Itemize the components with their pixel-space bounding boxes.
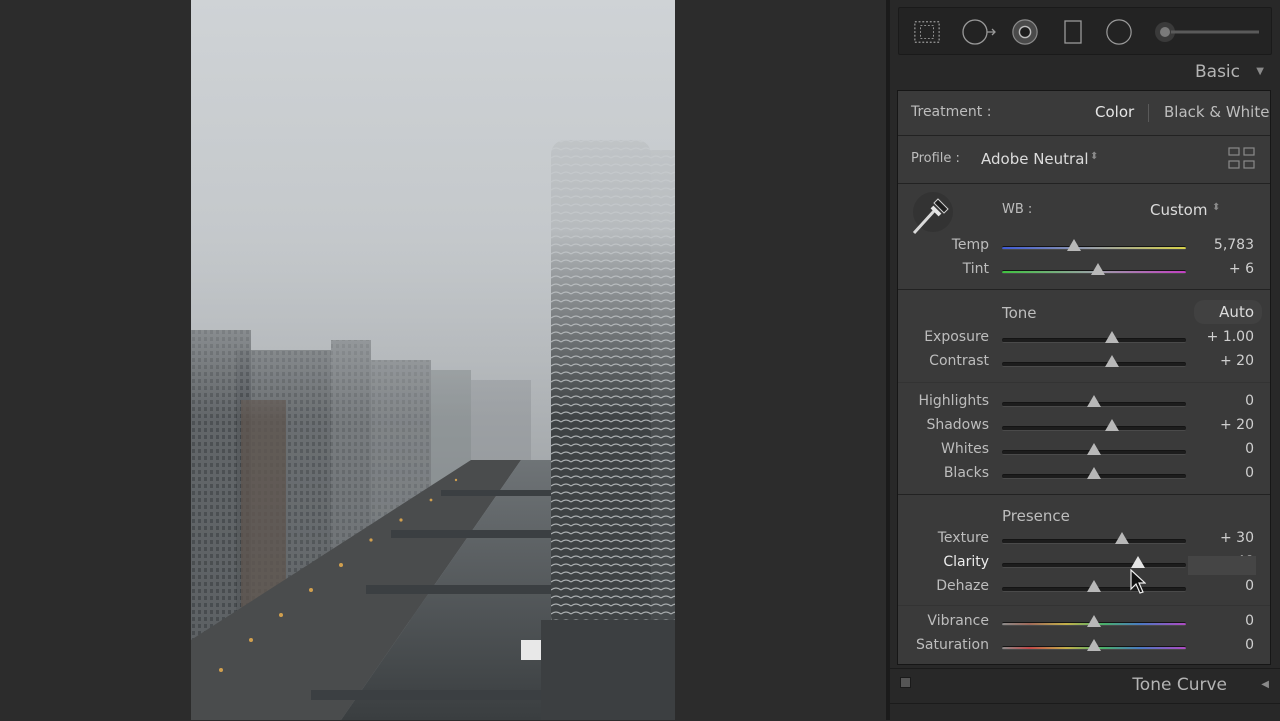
whites-slider-handle[interactable] — [1087, 443, 1101, 455]
whites-label: Whites — [940, 441, 989, 457]
mouse-cursor-icon — [1130, 568, 1147, 599]
shadows-slider-handle[interactable] — [1105, 419, 1120, 431]
profile-browser-grid-icon[interactable] — [1228, 147, 1256, 175]
panel-title: Basic — [1194, 62, 1240, 82]
texture-slider[interactable] — [1002, 539, 1186, 544]
clarity-slider-handle[interactable] — [1131, 556, 1146, 568]
radial-filter-icon[interactable] — [1105, 18, 1133, 46]
tone-curve-panel-header[interactable]: Tone Curve ◀ — [890, 668, 1280, 705]
temp-label: Temp — [951, 237, 989, 253]
dehaze-slider-handle[interactable] — [1087, 580, 1101, 592]
exposure-slider[interactable] — [1002, 338, 1186, 343]
blacks-slider-handle[interactable] — [1087, 467, 1101, 479]
spot-removal-icon[interactable] — [961, 18, 999, 46]
treatment-bw-option[interactable]: Black & White — [1164, 103, 1269, 121]
treatment-label: Treatment : — [911, 104, 992, 120]
hsl-panel-header-partial[interactable] — [890, 703, 1280, 721]
tint-slider-handle[interactable] — [1090, 263, 1105, 275]
clarity-value-highlight — [1188, 556, 1256, 575]
saturation-slider-handle[interactable] — [1087, 639, 1101, 651]
tint-value[interactable]: + 6 — [1184, 261, 1254, 277]
temp-slider-handle[interactable] — [1066, 239, 1081, 251]
profile-label: Profile : — [911, 151, 960, 166]
profile-chevron-icon[interactable]: ⬍ — [1090, 151, 1098, 162]
photo-canvas — [0, 0, 886, 720]
exposure-value[interactable]: + 1.00 — [1184, 329, 1254, 345]
foggy-city-photo — [191, 0, 675, 720]
auto-tone-label: Auto — [1219, 303, 1254, 321]
wb-select[interactable]: Custom — [1150, 201, 1207, 219]
treatment-divider — [1148, 104, 1149, 122]
shadows-slider[interactable] — [1002, 426, 1186, 431]
texture-value[interactable]: + 30 — [1184, 530, 1254, 546]
presence-section-label: Presence — [1002, 507, 1070, 525]
collapse-triangle-icon[interactable]: ▼ — [1256, 66, 1264, 77]
blacks-label: Blacks — [943, 465, 989, 481]
adjustment-brush-icon[interactable] — [1153, 18, 1263, 46]
wb-label: WB : — [1002, 202, 1033, 217]
tint-label: Tint — [962, 261, 989, 277]
contrast-value[interactable]: + 20 — [1184, 353, 1254, 369]
texture-label: Texture — [937, 530, 989, 546]
blacks-value[interactable]: 0 — [1184, 465, 1254, 481]
graduated-filter-icon[interactable] — [1059, 18, 1087, 46]
texture-slider-handle[interactable] — [1114, 532, 1129, 544]
crop-overlay-icon[interactable] — [913, 18, 941, 46]
tone-section-label: Tone — [1002, 304, 1037, 322]
panel-switch-icon[interactable] — [900, 677, 911, 688]
clarity-slider[interactable] — [1002, 563, 1186, 568]
basic-panel-header[interactable]: Basic ▼ — [898, 60, 1270, 88]
vibrance-slider-handle[interactable] — [1087, 615, 1101, 627]
treatment-color-option[interactable]: Color — [1095, 103, 1134, 121]
photo-preview[interactable] — [191, 0, 675, 720]
shadows-label: Shadows — [926, 417, 989, 433]
saturation-value[interactable]: 0 — [1184, 637, 1254, 653]
highlights-label: Highlights — [918, 393, 990, 409]
red-eye-icon[interactable] — [1011, 18, 1039, 46]
exposure-slider-handle[interactable] — [1105, 331, 1120, 343]
temp-value[interactable]: 5,783 — [1184, 237, 1254, 253]
tone-curve-title: Tone Curve — [1132, 675, 1227, 695]
contrast-slider[interactable] — [1002, 362, 1186, 367]
dehaze-value[interactable]: 0 — [1184, 578, 1254, 594]
tool-strip — [898, 7, 1272, 55]
profile-select[interactable]: Adobe Neutral — [981, 150, 1089, 168]
contrast-slider-handle[interactable] — [1105, 355, 1120, 367]
highlights-slider-handle[interactable] — [1087, 395, 1101, 407]
highlights-value[interactable]: 0 — [1184, 393, 1254, 409]
shadows-value[interactable]: + 20 — [1184, 417, 1254, 433]
exposure-label: Exposure — [924, 329, 989, 345]
wb-chevron-icon[interactable]: ⬍ — [1212, 202, 1220, 213]
vibrance-label: Vibrance — [927, 613, 989, 629]
wb-eyedropper-icon[interactable] — [910, 191, 956, 241]
expand-triangle-icon[interactable]: ◀ — [1261, 679, 1269, 690]
clarity-label: Clarity — [943, 554, 989, 570]
auto-tone-button[interactable]: Auto — [1194, 300, 1262, 324]
whites-value[interactable]: 0 — [1184, 441, 1254, 457]
basic-panel-body: Treatment : Color Black & White Profile … — [897, 90, 1271, 665]
contrast-label: Contrast — [929, 353, 989, 369]
vibrance-value[interactable]: 0 — [1184, 613, 1254, 629]
saturation-label: Saturation — [916, 637, 989, 653]
temp-slider[interactable] — [1002, 246, 1186, 250]
dehaze-label: Dehaze — [936, 578, 989, 594]
